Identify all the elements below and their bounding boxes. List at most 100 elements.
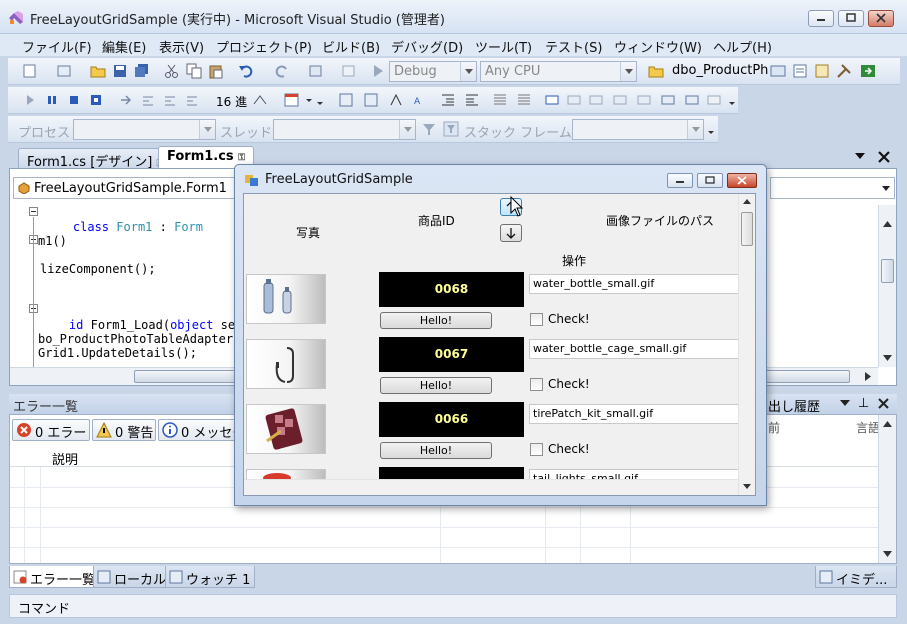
errors-filter-button[interactable]: 0 エラー [12, 419, 90, 441]
chevron-down-icon[interactable] [620, 62, 636, 81]
cut-icon[interactable] [164, 63, 180, 79]
member-navigation-combo[interactable] [770, 177, 895, 199]
bookmark-file-next-icon[interactable] [684, 92, 700, 108]
chevron-down-icon[interactable] [882, 186, 890, 191]
save-all-icon[interactable] [134, 63, 150, 79]
maximize-button[interactable] [838, 10, 864, 27]
form-horizontal-scrollbar[interactable] [244, 479, 738, 495]
format-3-icon[interactable] [388, 92, 404, 108]
hex-display-toggle[interactable]: 16 進 [216, 93, 247, 110]
column-description[interactable]: 説明 [52, 449, 78, 468]
stack-frame-combo[interactable] [572, 119, 704, 140]
chevron-down-icon[interactable] [199, 120, 215, 139]
toolbar-overflow-icon[interactable] [728, 92, 744, 108]
tab-immediate[interactable]: イミデ... [815, 566, 897, 588]
scroll-up-arrow[interactable] [883, 421, 892, 427]
image-path-field[interactable]: tirePatch_kit_small.gif [529, 404, 741, 424]
chevron-down-icon[interactable] [399, 120, 415, 139]
properties-icon[interactable] [792, 63, 808, 79]
tab-locals[interactable]: ローカル [93, 566, 172, 588]
warnings-filter-button[interactable]: 0 警告 [92, 419, 156, 441]
bookmark-folder-next-icon[interactable] [636, 92, 652, 108]
call-history-scrollbar[interactable] [878, 415, 896, 563]
format-1-icon[interactable] [338, 92, 354, 108]
messages-filter-button[interactable]: 0 メッセー [158, 419, 238, 441]
start-page-icon[interactable] [860, 63, 876, 79]
breakpoints-icon[interactable] [252, 92, 268, 108]
minimize-button[interactable] [808, 10, 834, 27]
image-path-field[interactable]: water_bottle_small.gif [529, 274, 741, 294]
pin-icon[interactable]: ⊥ [858, 396, 869, 411]
bookmark-folder-prev-icon[interactable] [612, 92, 628, 108]
stop-debugging-icon[interactable] [66, 92, 82, 108]
close-document-icon[interactable] [877, 150, 891, 164]
image-path-field[interactable]: water_bottle_cage_small.gif [529, 339, 741, 359]
solution-explorer-icon[interactable] [770, 63, 786, 79]
bookmark-file-prev-icon[interactable] [660, 92, 676, 108]
scroll-down-arrow[interactable] [883, 551, 892, 557]
form-minimize-button[interactable] [667, 173, 693, 188]
process-combo[interactable] [73, 119, 216, 140]
hello-button[interactable]: Hello! [380, 312, 492, 329]
hello-button[interactable]: Hello! [380, 442, 492, 459]
thread-combo[interactable] [273, 119, 416, 140]
menu-window[interactable]: ウィンドウ(W) [614, 37, 702, 56]
filter-icon[interactable] [421, 121, 437, 137]
scroll-down-arrow[interactable] [883, 355, 892, 361]
toolbox-icon[interactable] [836, 63, 852, 79]
scroll-up-arrow[interactable] [743, 199, 751, 204]
form-maximize-button[interactable] [697, 173, 723, 188]
image-path-field[interactable]: tail_lights_small.gif [529, 469, 740, 479]
step-into-icon[interactable] [140, 92, 156, 108]
uncomment-icon[interactable] [516, 92, 532, 108]
sort-descending-button[interactable] [500, 224, 522, 242]
find-combo[interactable]: dbo_ProductPho [668, 61, 768, 82]
indent-icon[interactable] [440, 92, 456, 108]
hello-button[interactable]: Hello! [380, 377, 492, 394]
scroll-thumb[interactable] [881, 259, 894, 283]
scroll-right-arrow[interactable] [865, 372, 871, 381]
scroll-up-arrow[interactable] [883, 221, 892, 227]
add-item-icon[interactable] [56, 63, 72, 79]
windows-dropdown-icon[interactable] [284, 92, 300, 108]
toolbar-overflow-icon[interactable] [707, 121, 723, 137]
menu-debug[interactable]: デバッグ(D) [391, 37, 463, 56]
tab-error-list[interactable]: エラー一覧 [9, 566, 101, 588]
call-history-column-language[interactable]: 言語 [856, 419, 880, 436]
sample-form-window[interactable]: FreeLayoutGridSample 写真 商品ID 画像ファイルのパス 操… [234, 164, 767, 506]
chevron-down-icon[interactable] [460, 62, 476, 81]
menu-project[interactable]: プロジェクト(P) [216, 37, 312, 56]
close-panel-icon[interactable] [878, 398, 889, 409]
clear-bookmarks-icon[interactable] [706, 92, 722, 108]
menu-tools[interactable]: ツール(T) [475, 37, 532, 56]
platform-combo[interactable]: Any CPU [480, 61, 637, 82]
check-checkbox[interactable] [530, 378, 543, 391]
editor-vertical-scrollbar[interactable] [878, 205, 896, 367]
menu-build[interactable]: ビルド(B) [322, 37, 380, 56]
outdent-icon[interactable] [464, 92, 480, 108]
new-project-icon[interactable] [22, 63, 38, 79]
menu-file[interactable]: ファイル(F) [22, 37, 92, 56]
comment-icon[interactable] [492, 92, 508, 108]
free-layout-grid[interactable]: 写真 商品ID 画像ファイルのパス 操作 0068 Hello! water_b… [243, 193, 756, 496]
tab-list-dropdown-icon[interactable] [854, 152, 866, 160]
step-out-icon[interactable] [184, 92, 200, 108]
object-browser-icon[interactable] [814, 63, 830, 79]
break-all-icon[interactable] [44, 92, 60, 108]
format-2-icon[interactable] [363, 92, 379, 108]
solution-config-combo[interactable]: Debug [389, 61, 477, 82]
start-debugging-icon[interactable] [370, 63, 386, 79]
bookmark-next-icon[interactable] [588, 92, 604, 108]
form-vertical-scrollbar[interactable] [738, 194, 755, 495]
menu-test[interactable]: テスト(S) [545, 37, 602, 56]
chevron-down-icon[interactable] [840, 400, 850, 406]
show-next-statement-icon[interactable] [118, 92, 134, 108]
paste-icon[interactable] [208, 63, 224, 79]
flag-threads-icon[interactable] [443, 121, 459, 137]
save-icon[interactable] [112, 63, 128, 79]
undo-icon[interactable] [238, 63, 254, 79]
call-history-column-prev[interactable]: 前 [768, 419, 780, 436]
type-navigation-combo[interactable]: FreeLayoutGridSample.Form1 [13, 177, 238, 199]
scroll-thumb[interactable] [741, 212, 753, 246]
bookmark-prev-icon[interactable] [566, 92, 582, 108]
